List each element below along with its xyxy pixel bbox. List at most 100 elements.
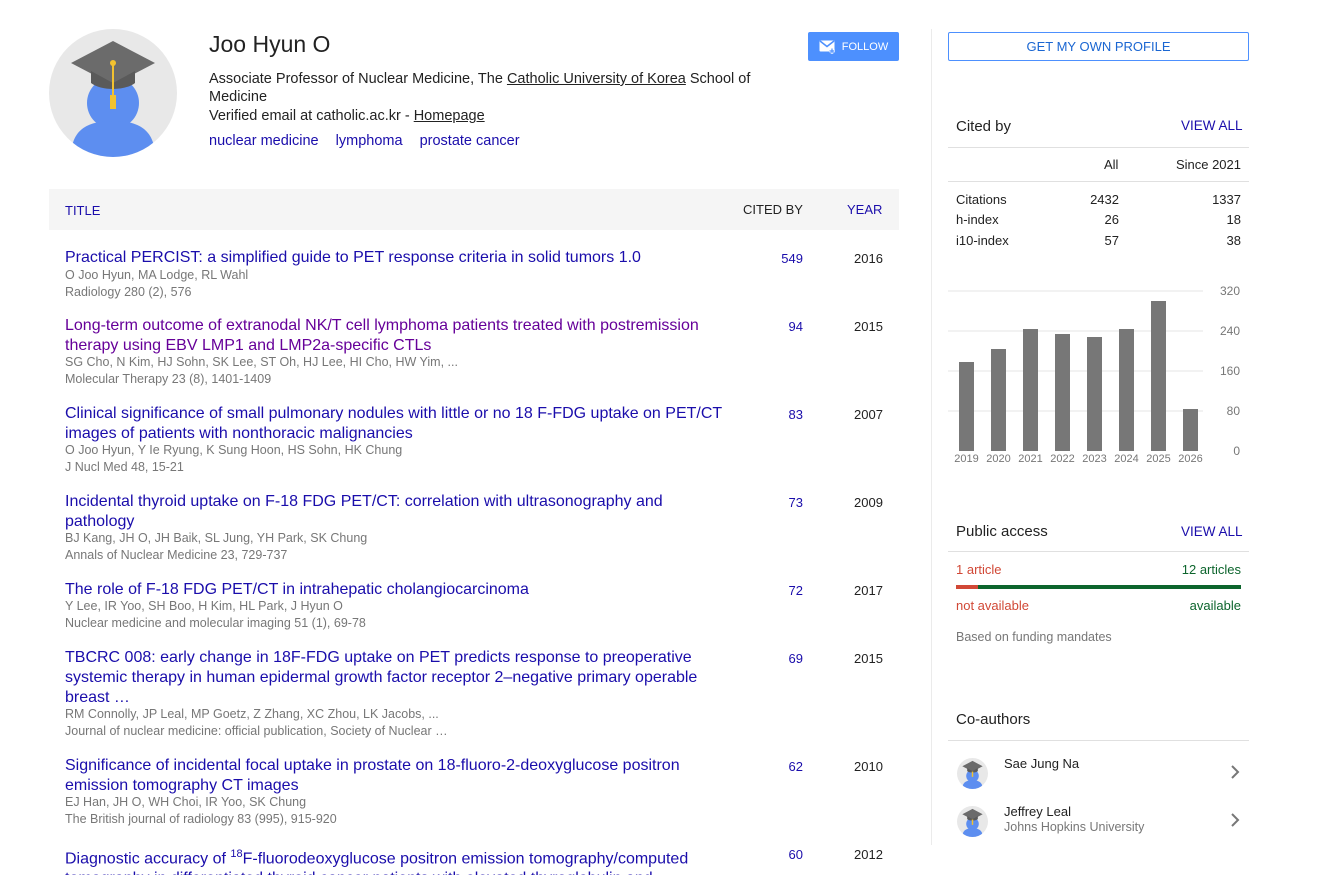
chart-bar-2024[interactable] xyxy=(1119,329,1134,451)
profile-avatar xyxy=(49,29,177,157)
cited-by-view-all-link[interactable]: VIEW ALL xyxy=(1181,118,1243,133)
public-access-bar-unavailable xyxy=(956,585,978,589)
chart-y-tick-label: 320 xyxy=(1220,284,1240,298)
pa-note: Based on funding mandates xyxy=(956,630,1112,644)
table-header: TITLE CITED BY YEAR xyxy=(49,189,899,230)
cited-by-link[interactable]: 69 xyxy=(789,651,803,666)
article-venue: The British journal of radiology 83 (995… xyxy=(65,812,337,826)
coauthor-name: Jeffrey Leal xyxy=(1004,804,1071,819)
chart-bar-2022[interactable] xyxy=(1055,334,1070,451)
cited-by-link[interactable]: 94 xyxy=(789,319,803,334)
chart-x-tick-label: 2020 xyxy=(986,453,1010,465)
interest-link[interactable]: lymphoma xyxy=(336,133,403,149)
sort-title-button[interactable]: TITLE xyxy=(65,203,100,218)
sort-year-button[interactable]: YEAR xyxy=(847,202,882,217)
article-authors: O Joo Hyun, Y Ie Ryung, K Sung Hoon, HS … xyxy=(65,443,403,457)
interest-link[interactable]: prostate cancer xyxy=(420,133,520,149)
chart-x-tick-label: 2021 xyxy=(1018,453,1042,465)
follow-button[interactable]: FOLLOW xyxy=(808,32,899,61)
coauthor-item[interactable]: Sae Jung Na xyxy=(948,750,1249,798)
article-venue: Annals of Nuclear Medicine 23, 729-737 xyxy=(65,548,288,562)
chart-bar-2026[interactable] xyxy=(1183,409,1198,451)
article-year: 2015 xyxy=(854,651,883,666)
table-row: TBCRC 008: early change in 18F-FDG uptak… xyxy=(49,648,899,740)
article-authors: BJ Kang, JH O, JH Baik, SL Jung, YH Park… xyxy=(65,531,368,545)
cited-by-link[interactable]: 73 xyxy=(789,495,803,510)
table-row: Diagnostic accuracy of 18F-fluorodeoxygl… xyxy=(49,844,899,875)
chart-bar-2021[interactable] xyxy=(1023,329,1038,451)
article-title-link[interactable]: Long-term outcome of extranodal NK/T cel… xyxy=(65,316,725,356)
cited-by-link[interactable]: 83 xyxy=(789,407,803,422)
pa-not-available-count[interactable]: 1 article xyxy=(956,562,1002,577)
article-title-link[interactable]: TBCRC 008: early change in 18F-FDG uptak… xyxy=(65,648,725,708)
profile-affiliation: Associate Professor of Nuclear Medicine,… xyxy=(209,70,789,106)
article-year: 2015 xyxy=(854,319,883,334)
stat-all: 2432 xyxy=(1090,192,1119,207)
get-my-own-profile-button[interactable]: GET MY OWN PROFILE xyxy=(948,32,1249,61)
article-venue: Molecular Therapy 23 (8), 1401-1409 xyxy=(65,372,272,386)
article-venue: J Nucl Med 48, 15-21 xyxy=(65,460,184,474)
avatar-graduate-icon xyxy=(71,41,155,157)
coauthor-name: Sae Jung Na xyxy=(1004,756,1080,771)
table-row: Incidental thyroid uptake on F-18 FDG PE… xyxy=(49,492,899,564)
homepage-link[interactable]: Homepage xyxy=(414,108,485,124)
chart-bar-2025[interactable] xyxy=(1151,301,1166,451)
divider xyxy=(948,147,1249,148)
affiliation-link[interactable]: Catholic University of Korea xyxy=(507,71,686,87)
chart-bar-2019[interactable] xyxy=(959,362,974,451)
article-title-link[interactable]: Significance of incidental focal uptake … xyxy=(65,756,725,796)
public-access-view-all-link[interactable]: VIEW ALL xyxy=(1181,524,1243,539)
chart-bar-2020[interactable] xyxy=(991,349,1006,451)
cited-by-link[interactable]: 60 xyxy=(789,847,803,862)
stat-all: 26 xyxy=(1104,212,1119,227)
article-year: 2012 xyxy=(854,847,883,862)
chart-x-tick-label: 2025 xyxy=(1146,453,1170,465)
coauthor-avatar xyxy=(957,758,988,789)
stat-since: 18 xyxy=(1226,212,1241,227)
chart-bar-2023[interactable] xyxy=(1087,337,1102,451)
article-venue: Radiology 280 (2), 576 xyxy=(65,285,192,299)
chart-x-tick-label: 2024 xyxy=(1114,453,1138,465)
avatar-graduate-icon xyxy=(962,808,983,837)
profile-name: Joo Hyun O xyxy=(209,31,331,57)
article-authors: SG Cho, N Kim, HJ Sohn, SK Lee, ST Oh, H… xyxy=(65,355,458,369)
column-divider xyxy=(931,29,932,845)
table-row: Significance of incidental focal uptake … xyxy=(49,756,899,828)
follow-label: FOLLOW xyxy=(841,40,889,53)
article-authors: O Joo Hyun, MA Lodge, RL Wahl xyxy=(65,268,249,282)
pa-not-available-label: not available xyxy=(956,598,1029,613)
public-access-bar xyxy=(956,585,1241,589)
cited-by-link[interactable]: 72 xyxy=(789,583,803,598)
sort-cited-by-button[interactable]: CITED BY xyxy=(743,202,803,217)
chart-y-tick-label: 0 xyxy=(1233,444,1240,458)
table-row: Clinical significance of small pulmonary… xyxy=(49,404,899,476)
divider xyxy=(948,551,1249,552)
stat-since: 38 xyxy=(1226,233,1241,248)
table-row: Practical PERCIST: a simplified guide to… xyxy=(49,248,899,304)
avatar-graduate-icon xyxy=(962,760,983,789)
table-row: Long-term outcome of extranodal NK/T cel… xyxy=(49,316,899,388)
article-year: 2017 xyxy=(854,583,883,598)
article-title-link[interactable]: Diagnostic accuracy of 18F-fluorodeoxygl… xyxy=(65,844,725,875)
article-title-link[interactable]: The role of F-18 FDG PET/CT in intrahepa… xyxy=(65,580,725,600)
chevron-right-icon xyxy=(1231,765,1240,779)
stat-all: 57 xyxy=(1104,233,1119,248)
stat-label: h-index xyxy=(956,212,999,227)
article-venue: Journal of nuclear medicine: official pu… xyxy=(65,724,448,738)
profile-email: Verified email at catholic.ac.kr - Homep… xyxy=(209,108,485,124)
cited-by-link[interactable]: 62 xyxy=(789,759,803,774)
affiliation-text: Associate Professor of Nuclear Medicine,… xyxy=(209,71,507,87)
chart-y-tick-label: 80 xyxy=(1227,404,1241,418)
profile-interests: nuclear medicine lymphoma prostate cance… xyxy=(209,133,533,149)
article-title-link[interactable]: Clinical significance of small pulmonary… xyxy=(65,404,725,444)
article-venue: Nuclear medicine and molecular imaging 5… xyxy=(65,616,366,630)
article-title-link[interactable]: Practical PERCIST: a simplified guide to… xyxy=(65,248,725,268)
stat-label: i10-index xyxy=(956,233,1009,248)
interest-link[interactable]: nuclear medicine xyxy=(209,133,319,149)
chart-x-tick-label: 2022 xyxy=(1050,453,1074,465)
article-title-link[interactable]: Incidental thyroid uptake on F-18 FDG PE… xyxy=(65,492,725,532)
pa-available-count[interactable]: 12 articles xyxy=(1182,562,1241,577)
coauthor-item[interactable]: Jeffrey Leal Johns Hopkins University xyxy=(948,798,1249,846)
cited-by-link[interactable]: 549 xyxy=(781,251,803,266)
email-follow-icon xyxy=(819,39,835,54)
